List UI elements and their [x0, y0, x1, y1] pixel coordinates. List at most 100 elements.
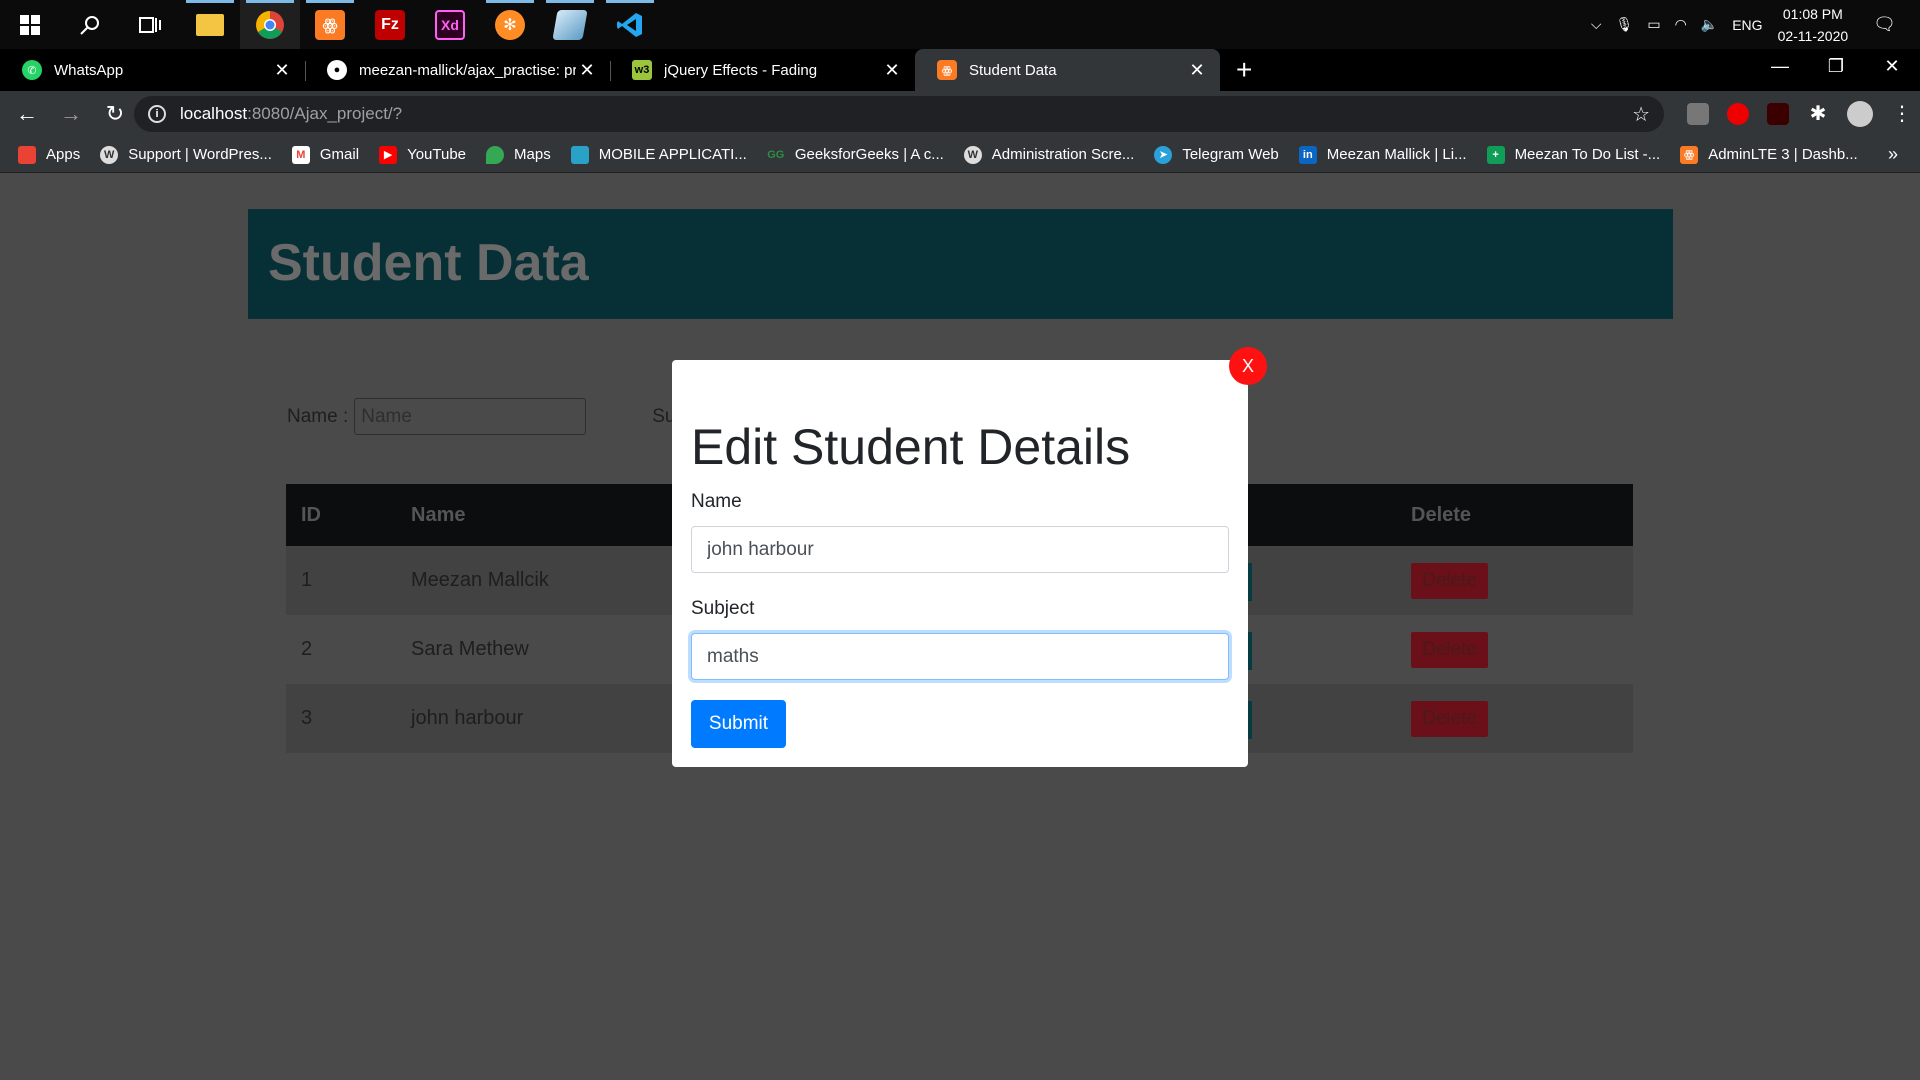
bookmark-item[interactable]: W Support | WordPres... [100, 145, 272, 164]
modal-close-button[interactable]: X [1229, 347, 1267, 385]
bookmark-label: Meezan Mallick | Li... [1326, 146, 1467, 163]
bookmark-apps[interactable]: Apps [18, 145, 81, 164]
browser-tab-strip: ✆ WhatsApp ✕ ● meezan-mallick/ajax_pract… [0, 49, 1920, 91]
youtube-icon: ▶ [379, 145, 398, 164]
notifications-icon[interactable]: 🗨 [1873, 14, 1896, 35]
language-indicator[interactable]: ENG [1732, 17, 1762, 33]
back-icon[interactable]: ← [10, 101, 44, 127]
apps-grid-icon [18, 145, 36, 164]
maps-pin-icon [486, 145, 505, 164]
modal-subject-input[interactable] [691, 633, 1229, 680]
clock-date: 02-11-2020 [1777, 27, 1849, 44]
edit-button-edge [1248, 563, 1252, 601]
notepad-icon[interactable] [540, 0, 600, 49]
new-tab-icon[interactable]: + [1236, 49, 1252, 91]
bookmark-label: Apps [46, 146, 81, 163]
delete-button[interactable]: Delete [1411, 700, 1488, 737]
tab-student-data[interactable]: ꙮ Student Data ✕ [915, 49, 1220, 91]
tab-title: meezan-mallick/ajax_practise: pr [359, 61, 576, 79]
battery-icon[interactable]: ▭ [1647, 16, 1660, 33]
xampp-favicon-icon: ꙮ [937, 60, 957, 80]
url-host: localhost [180, 104, 248, 123]
modal-subject-label: Subject [691, 598, 755, 619]
bookmark-item[interactable]: W Administration Scre... [963, 145, 1135, 164]
delete-button[interactable]: Delete [1411, 631, 1488, 668]
avatar[interactable] [1847, 101, 1873, 127]
bookmark-item[interactable]: ➤ Telegram Web [1154, 145, 1279, 164]
bookmark-item[interactable]: M Gmail [291, 145, 359, 164]
close-tab-icon[interactable]: ✕ [576, 60, 598, 81]
bookmark-item[interactable]: GG GeeksforGeeks | A c... [767, 146, 944, 164]
filezilla-icon[interactable]: Fz [360, 0, 420, 49]
windows-taskbar: ꙮ Fz Xd ✻ ⌵ 🎙 ▭ ◠ 🔈 ENG 01:08 PM 02-11-2… [0, 0, 1920, 49]
system-tray: ⌵ 🎙 ▭ ◠ 🔈 ENG 01:08 PM 02-11-2020 🗨 [1584, 0, 1920, 49]
window-controls: — ❐ ✕ [1752, 49, 1920, 91]
bookmark-item[interactable]: + Meezan To Do List -... [1486, 145, 1661, 164]
browser-toolbar: ← → ↻ i localhost:8080/Ajax_project/? ☆ … [0, 91, 1920, 137]
name-input[interactable] [354, 398, 587, 435]
close-tab-icon[interactable]: ✕ [1186, 60, 1208, 81]
bookmark-label: YouTube [407, 146, 467, 163]
chevron-up-icon[interactable]: ⌵ [1591, 16, 1602, 33]
column-header-id: ID [286, 484, 396, 546]
close-tab-icon[interactable]: ✕ [881, 60, 903, 81]
modal-name-input[interactable] [691, 526, 1229, 573]
telegram-icon: ➤ [1154, 145, 1173, 164]
bookmark-item[interactable]: Maps [486, 145, 551, 164]
xampp-icon[interactable]: ꙮ [300, 0, 360, 49]
bookmark-item[interactable]: ꙮ AdminLTE 3 | Dashb... [1680, 145, 1858, 164]
tab-title: WhatsApp [54, 61, 124, 79]
bookmark-item[interactable]: MOBILE APPLICATI... [570, 145, 747, 164]
tab-github[interactable]: ● meezan-mallick/ajax_practise: pr ✕ [305, 49, 610, 91]
menu-kebab-icon[interactable]: ⋮ [1891, 103, 1913, 125]
search-icon[interactable] [60, 0, 120, 49]
extensions-area: ✱ ⋮ [1678, 91, 1920, 137]
bookmark-item[interactable]: ▶ YouTube [379, 145, 467, 164]
wordpress-icon: W [100, 145, 119, 164]
windows-start-icon[interactable] [0, 0, 60, 49]
edit-button-edge [1248, 632, 1252, 670]
vscode-icon[interactable] [600, 0, 660, 49]
tab-whatsapp[interactable]: ✆ WhatsApp ✕ [0, 49, 305, 91]
github-icon: ● [327, 60, 347, 80]
delete-button[interactable]: Delete [1411, 562, 1488, 599]
bookmark-label: Meezan To Do List -... [1514, 146, 1661, 163]
restore-icon[interactable]: ❐ [1808, 49, 1864, 91]
w3schools-icon: w3 [632, 60, 652, 80]
tab-jquery-effects[interactable]: w3 jQuery Effects - Fading ✕ [610, 49, 915, 91]
submit-button[interactable]: Submit [691, 700, 786, 748]
puzzle-icon[interactable]: ✱ [1807, 103, 1829, 125]
forward-icon[interactable]: → [54, 101, 88, 127]
task-view-icon[interactable] [120, 0, 180, 49]
page-title: Student Data [268, 234, 589, 292]
bookmark-label: Administration Scre... [991, 146, 1135, 163]
modal-name-label: Name [691, 491, 742, 512]
bookmark-star-icon[interactable]: ☆ [1632, 102, 1650, 127]
clock[interactable]: 01:08 PM 02-11-2020 [1778, 3, 1849, 47]
wordpress-icon: W [963, 145, 982, 164]
address-bar[interactable]: i localhost:8080/Ajax_project/? ☆ [134, 96, 1664, 132]
extension-icon[interactable] [1727, 103, 1749, 125]
bookmark-label: Support | WordPres... [128, 146, 272, 163]
reload-icon[interactable]: ↻ [98, 101, 132, 127]
postman-icon[interactable]: ✻ [480, 0, 540, 49]
bookmark-item[interactable]: in Meezan Mallick | Li... [1298, 145, 1467, 164]
more-bookmarks-icon[interactable]: » [1888, 144, 1898, 165]
volume-icon[interactable]: 🔈 [1701, 16, 1718, 33]
close-tab-icon[interactable]: ✕ [271, 60, 293, 81]
extension-icon[interactable] [1687, 103, 1709, 125]
chrome-icon[interactable] [240, 0, 300, 49]
wifi-icon[interactable]: ◠ [1675, 16, 1687, 33]
flash-extension-icon[interactable] [1767, 103, 1789, 125]
cell-id: 2 [286, 615, 396, 684]
xampp-icon: ꙮ [1680, 145, 1699, 164]
adobe-xd-icon[interactable]: Xd [420, 0, 480, 49]
minimize-icon[interactable]: — [1752, 49, 1808, 91]
bookmark-label: Telegram Web [1182, 146, 1279, 163]
info-icon[interactable]: i [148, 105, 166, 123]
microphone-icon[interactable]: 🎙 [1616, 16, 1634, 33]
close-window-icon[interactable]: ✕ [1864, 49, 1920, 91]
file-explorer-icon[interactable] [180, 0, 240, 49]
edit-student-modal: Edit Student Details Name Subject Submit [672, 360, 1248, 767]
linkedin-icon: in [1298, 145, 1317, 164]
